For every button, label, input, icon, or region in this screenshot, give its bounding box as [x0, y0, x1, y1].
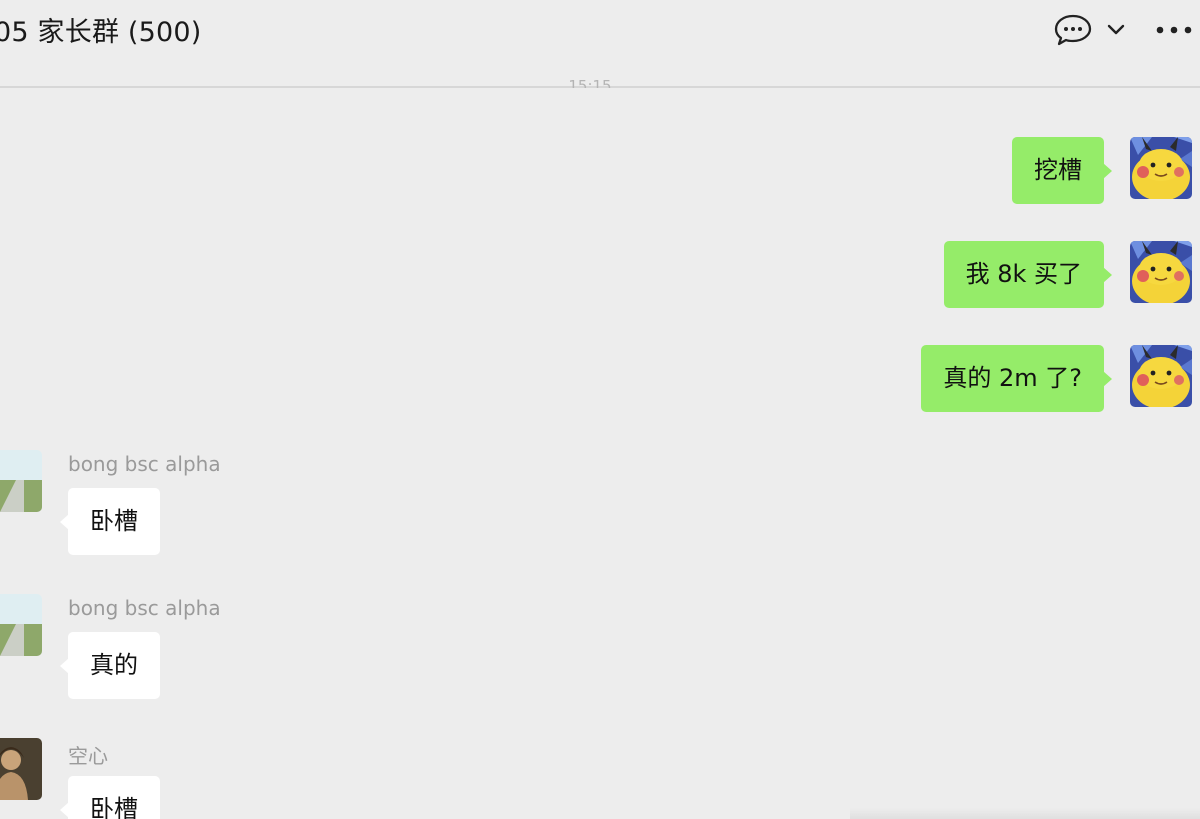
message-outgoing: 挖槽 — [1012, 137, 1192, 204]
avatar[interactable] — [0, 738, 42, 800]
message-outgoing: 我 8k 买了 — [943, 241, 1192, 308]
chat-title: 05 家长群 (500) — [0, 17, 202, 48]
timestamp-separator: 15:15 — [568, 78, 612, 88]
message-outgoing: 真的 2m 了? — [921, 345, 1192, 412]
message-bubble[interactable]: 真的 2m 了? — [921, 345, 1112, 412]
avatar[interactable] — [1130, 241, 1192, 303]
message-bubble[interactable]: 挖槽 — [1012, 137, 1112, 204]
chat-header: 05 家长群 (500) — [0, 0, 1200, 88]
message-bubble[interactable]: 我 8k 买了 — [943, 241, 1113, 308]
message-bubble[interactable]: 真的 — [60, 632, 160, 699]
message-bubble[interactable]: 卧槽 — [60, 776, 160, 819]
avatar[interactable] — [1130, 137, 1192, 199]
chevron-down-icon[interactable] — [1102, 10, 1130, 50]
more-icon[interactable] — [1152, 10, 1196, 50]
panel-edge-shadow — [850, 808, 1200, 819]
avatar[interactable] — [0, 450, 42, 512]
avatar[interactable] — [1130, 345, 1192, 407]
sender-name: bong bsc alpha — [68, 596, 221, 620]
message-bubble[interactable]: 卧槽 — [60, 488, 160, 555]
chat-bubble-icon[interactable] — [1052, 10, 1094, 50]
sender-name: 空心 — [68, 744, 108, 768]
chat-window: 05 家长群 (500) 15:15 挖槽 我 8k 买了 真的 2m 了? b… — [0, 0, 1200, 819]
avatar[interactable] — [0, 594, 42, 656]
sender-name: bong bsc alpha — [68, 452, 221, 476]
